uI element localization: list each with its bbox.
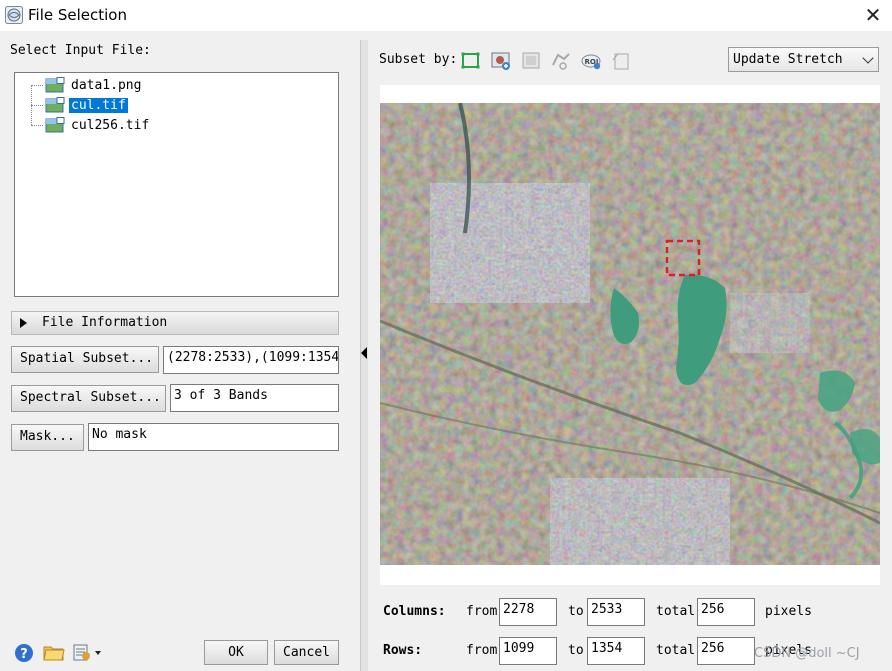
tree-item-label: cul256.tif	[71, 117, 150, 133]
columns-to-label: to	[568, 604, 584, 619]
window-title: File Selection	[28, 6, 127, 24]
file-subset-icon[interactable]	[610, 50, 632, 72]
rows-from-label: from	[466, 643, 498, 658]
mask-button[interactable]: Mask...	[11, 424, 84, 451]
close-icon: ✕	[864, 3, 882, 27]
close-button[interactable]: ✕	[854, 0, 892, 31]
pane-splitter[interactable]	[360, 40, 368, 671]
select-input-file-label: Select Input File:	[10, 43, 151, 58]
columns-from-label: from	[466, 604, 498, 619]
spectral-subset-button[interactable]: Spectral Subset...	[11, 385, 166, 412]
columns-total-field: 256	[697, 598, 755, 626]
collapse-arrow-icon[interactable]	[361, 347, 367, 359]
expand-arrow-icon	[20, 318, 27, 328]
vector-subset-icon[interactable]	[550, 50, 572, 72]
rows-label: Rows:	[383, 643, 423, 658]
spatial-subset-button[interactable]: Spatial Subset...	[11, 346, 159, 373]
columns-label: Columns:	[383, 604, 446, 619]
columns-from-input[interactable]: 2278	[499, 598, 557, 626]
tree-item-cul256[interactable]: cul256.tif	[45, 116, 151, 134]
mask-field: No mask	[88, 423, 339, 451]
open-folder-icon[interactable]	[43, 642, 65, 662]
spatial-subset-field: (2278:2533),(1099:1354)	[163, 346, 339, 374]
image-file-icon	[45, 77, 65, 93]
file-information-toggle[interactable]: File Information	[11, 311, 339, 335]
stretch-dropdown[interactable]: Update Stretch	[728, 47, 879, 72]
tree-item-label: data1.png	[71, 77, 142, 93]
ok-button[interactable]: OK	[204, 640, 268, 665]
tree-item-cul[interactable]: cul.tif	[45, 96, 128, 114]
cancel-button[interactable]: Cancel	[274, 640, 339, 665]
rows-from-input[interactable]: 1099	[499, 637, 557, 665]
watermark-text: CSDN @doll ~CJ	[754, 646, 860, 661]
roi-subset-icon[interactable]: ROI	[580, 50, 602, 72]
rows-to-label: to	[568, 643, 584, 658]
tree-item-data1[interactable]: data1.png	[45, 76, 143, 94]
map-subset-icon[interactable]	[520, 50, 542, 72]
rectangle-subset-icon[interactable]	[460, 50, 482, 72]
subset-by-label: Subset by:	[379, 52, 458, 67]
help-icon[interactable]: ?	[14, 643, 34, 663]
file-information-label: File Information	[42, 315, 168, 330]
file-options-menu-icon[interactable]	[72, 642, 104, 662]
tree-item-label: cul.tif	[69, 97, 128, 113]
title-bar: File Selection ✕	[0, 0, 892, 31]
image-preview-panel[interactable]	[380, 85, 880, 585]
rows-total-label: total	[656, 643, 696, 658]
image-subset-icon[interactable]	[490, 50, 512, 72]
columns-to-input[interactable]: 2533	[587, 598, 645, 626]
chevron-down-icon	[862, 52, 874, 64]
app-globe-icon	[5, 6, 23, 24]
spectral-subset-field: 3 of 3 Bands	[170, 384, 339, 412]
image-file-icon	[45, 117, 65, 133]
image-file-icon	[45, 97, 65, 113]
rows-total-field: 256	[697, 637, 755, 665]
file-tree[interactable]: data1.png cul.tif cul256.tif	[14, 72, 339, 297]
columns-total-label: total	[656, 604, 696, 619]
satellite-image-preview[interactable]	[380, 103, 880, 565]
columns-unit-label: pixels	[765, 604, 812, 619]
svg-text:?: ?	[20, 647, 28, 662]
rows-to-input[interactable]: 1354	[587, 637, 645, 665]
stretch-dropdown-value: Update Stretch	[733, 52, 843, 67]
